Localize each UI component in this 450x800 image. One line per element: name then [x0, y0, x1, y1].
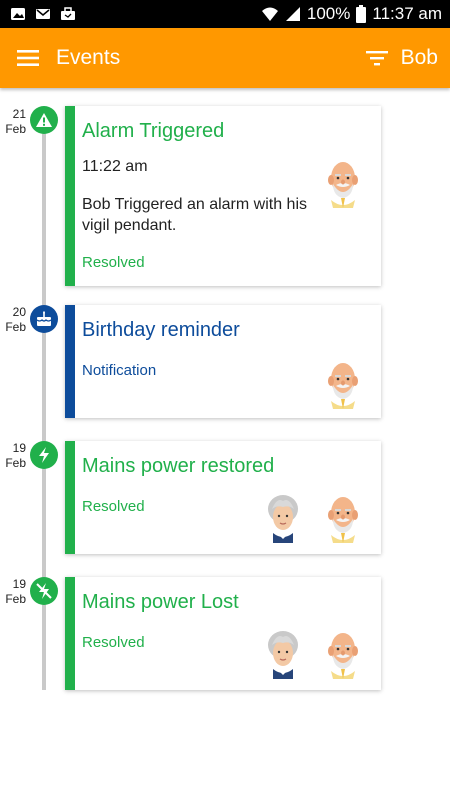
event-status: Resolved	[82, 254, 145, 271]
menu-button[interactable]	[0, 28, 56, 88]
bob-avatar	[323, 357, 363, 409]
event-description: Bob Triggered an alarm with his vigil pe…	[82, 196, 307, 234]
event-status: Resolved	[82, 634, 145, 651]
event-card[interactable]: Birthday reminder Notification	[65, 305, 381, 418]
image-notification-icon	[11, 8, 25, 20]
event-title: Alarm Triggered	[82, 120, 225, 142]
battery-icon	[356, 5, 367, 23]
event-month: Feb	[5, 456, 26, 470]
clock: 11:37 am	[372, 4, 442, 23]
event-day: 19	[12, 577, 26, 591]
user-selector[interactable]: Bob	[397, 46, 450, 70]
event-card[interactable]: Mains power restored Resolved	[65, 441, 381, 554]
event-card[interactable]: Mains power Lost Resolved	[65, 577, 381, 690]
event-date: 19 Feb	[0, 577, 26, 607]
carer-avatar	[263, 627, 303, 679]
briefcase-notification-icon	[61, 7, 75, 20]
app-bar: Events Bob	[0, 28, 450, 88]
bob-avatar	[323, 491, 363, 543]
notification-icons	[0, 6, 76, 22]
event-month: Feb	[5, 320, 26, 334]
carer-avatar	[263, 491, 303, 543]
event-month: Feb	[5, 592, 26, 606]
filter-icon	[365, 51, 388, 66]
hamburger-menu-icon	[17, 50, 39, 66]
birthday-cake-icon	[30, 305, 58, 333]
event-title: Mains power restored	[82, 455, 275, 477]
event-status: Resolved	[82, 498, 145, 515]
event-day: 21	[12, 107, 26, 121]
alarm-icon	[30, 106, 58, 134]
status-bar: 100% 11:37 am	[0, 0, 450, 28]
event-date: 20 Feb	[0, 305, 26, 335]
bob-avatar	[323, 156, 363, 208]
event-month: Feb	[5, 122, 26, 136]
event-time: 11:22 am	[82, 158, 148, 175]
event-day: 20	[12, 305, 26, 319]
wifi-icon	[261, 7, 278, 21]
page-title: Events	[56, 46, 121, 69]
event-date: 19 Feb	[0, 441, 26, 471]
event-card[interactable]: Alarm Triggered 11:22 am Bob Triggered a…	[65, 106, 381, 286]
event-date: 21 Feb	[0, 107, 26, 137]
power-icon	[30, 441, 58, 469]
event-title: Birthday reminder	[82, 319, 240, 341]
event-title: Mains power Lost	[82, 591, 239, 613]
filter-button[interactable]	[357, 28, 397, 88]
event-day: 19	[12, 441, 26, 455]
power-off-icon	[30, 577, 58, 605]
mail-notification-icon	[36, 9, 50, 19]
battery-percent: 100%	[306, 4, 351, 23]
event-status: Notification	[82, 362, 157, 379]
signal-icon	[285, 7, 300, 21]
bob-avatar	[323, 627, 363, 679]
